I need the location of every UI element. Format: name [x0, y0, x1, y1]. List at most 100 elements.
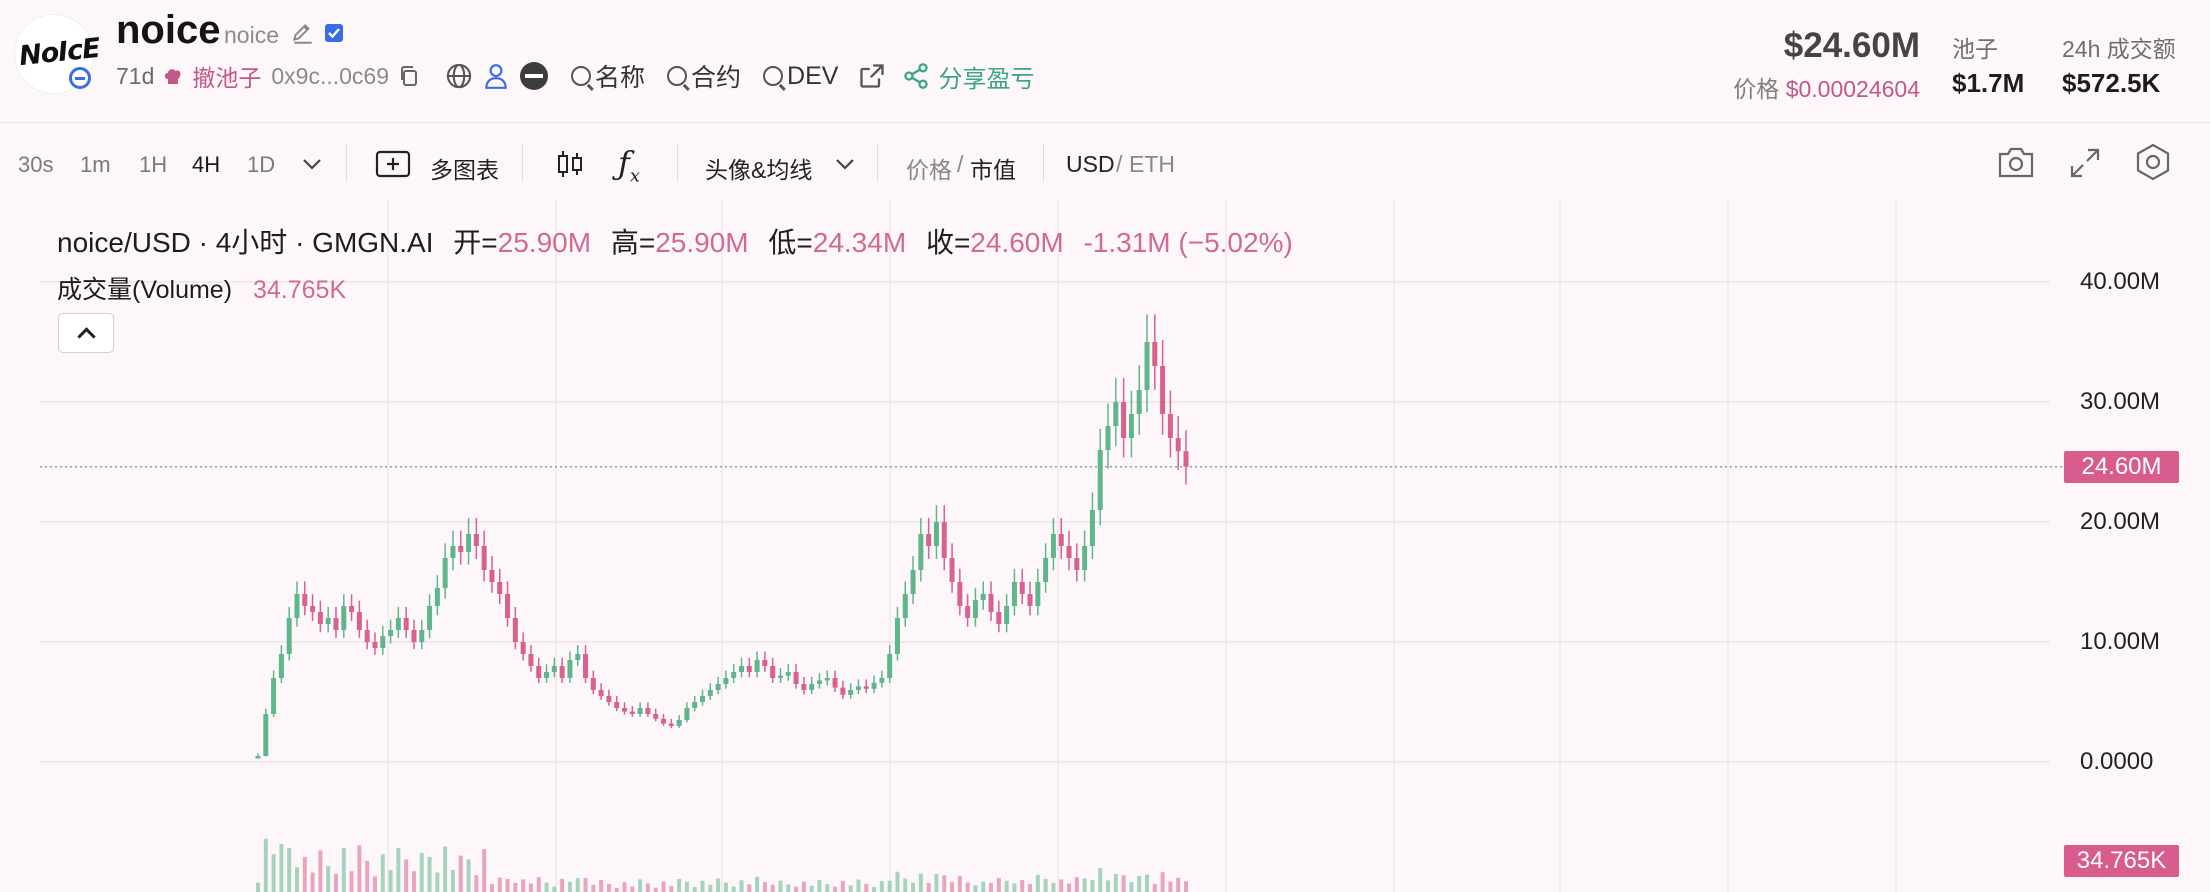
timeframe-1h[interactable]: 1H — [139, 152, 167, 178]
volume-bar — [926, 883, 931, 892]
volume-bar — [528, 883, 533, 892]
candle-body — [949, 558, 955, 582]
timeframe-1m[interactable]: 1m — [80, 152, 111, 178]
user-icon[interactable] — [483, 62, 509, 90]
candle-body — [278, 654, 284, 678]
volume-bar — [1043, 878, 1048, 892]
volume-bar — [1121, 875, 1126, 892]
copy-icon[interactable] — [397, 64, 421, 88]
chart-toolbar: 30s 1m 1H 4H 1D 多图表 ƒx 头像&均线 价格 / 市值 USD… — [0, 130, 2210, 198]
edit-icon[interactable] — [290, 20, 316, 46]
timeframe-4h[interactable]: 4H — [192, 152, 220, 178]
volume-bar — [294, 867, 299, 892]
candle-body — [941, 522, 947, 558]
candle-type-icon[interactable] — [554, 148, 586, 180]
volume-bar — [443, 846, 448, 892]
candle-body — [1050, 534, 1056, 558]
candle-body — [411, 630, 417, 642]
volume-bar — [427, 856, 432, 892]
volume-bar — [755, 876, 760, 892]
current-price-tag: 24.60M — [2064, 451, 2179, 483]
volume-bar — [1074, 877, 1079, 892]
search-dev-toggle[interactable]: DEV — [763, 62, 838, 91]
volume-bar — [1160, 872, 1165, 892]
volume-bar — [1012, 883, 1017, 892]
candle-body — [1019, 582, 1025, 594]
volume-bar — [606, 883, 611, 892]
fullscreen-icon[interactable] — [2068, 146, 2102, 180]
candle-body — [1160, 366, 1166, 414]
eth-toggle[interactable]: ETH — [1129, 151, 1175, 178]
candle-body — [1121, 402, 1127, 438]
candle-body — [481, 546, 487, 570]
chevron-down-icon[interactable] — [300, 154, 324, 174]
candle-body — [1074, 558, 1080, 570]
minus-circle-icon[interactable] — [519, 61, 549, 91]
volume-bar — [848, 885, 853, 892]
market-cap-toggle[interactable]: 市值 — [970, 151, 1016, 185]
usd-toggle[interactable]: USD — [1066, 151, 1115, 178]
candle-body — [1167, 414, 1173, 438]
share-icon[interactable] — [902, 62, 930, 90]
collapse-legend-button[interactable] — [58, 313, 114, 353]
share-pnl-button[interactable]: 分享盈亏 — [938, 59, 1034, 94]
candle-body — [544, 672, 550, 678]
volume-bar — [996, 878, 1001, 892]
timeframe-30s[interactable]: 30s — [18, 152, 53, 178]
toolbar-divider — [677, 144, 678, 182]
avatar-ma-button[interactable]: 头像&均线 — [705, 151, 812, 185]
volume-bar — [599, 879, 604, 892]
candle-body — [980, 594, 986, 600]
chevron-down-icon[interactable] — [833, 154, 857, 174]
candle-body — [848, 690, 854, 695]
volume-bar — [513, 883, 518, 892]
volume-bar — [326, 866, 331, 892]
candle-body — [684, 708, 690, 720]
candle-body — [1035, 582, 1041, 606]
candle-body — [715, 684, 721, 690]
toolbar-divider — [346, 144, 347, 182]
high-value: 25.90M — [655, 227, 749, 258]
search-name-toggle[interactable]: 名称 — [571, 58, 645, 94]
volume-bar — [903, 878, 908, 892]
volume-bar — [614, 887, 619, 892]
volume-bar — [770, 884, 775, 892]
indicators-icon[interactable]: ƒx — [618, 144, 640, 186]
candle-body — [746, 666, 752, 672]
y-tick-label: 0.0000 — [2080, 748, 2154, 775]
token-logo: NoIcE — [14, 14, 101, 94]
candle-body — [286, 618, 292, 654]
volume-bar — [567, 881, 572, 892]
candle-body — [933, 522, 939, 546]
volume-bar — [396, 847, 401, 892]
volume-legend: 成交量(Volume) 34.765K — [57, 270, 346, 306]
volume-bar — [981, 881, 986, 892]
close-value: 24.60M — [970, 227, 1064, 258]
timeframe-1d[interactable]: 1D — [247, 152, 275, 178]
price-toggle[interactable]: 价格 — [906, 151, 952, 185]
candle-body — [863, 686, 869, 689]
volume-bar — [1137, 875, 1142, 892]
toolbar-divider — [522, 144, 523, 182]
candle-body — [629, 711, 635, 714]
add-chart-icon[interactable] — [375, 150, 411, 178]
volume-bar — [833, 886, 838, 892]
candle-body — [645, 708, 651, 714]
globe-icon[interactable] — [445, 62, 473, 90]
multi-chart-button[interactable]: 多图表 — [430, 151, 499, 185]
candle-body — [1058, 534, 1064, 546]
volume-bar — [801, 881, 806, 892]
candle-body — [1152, 342, 1158, 366]
search-contract-toggle[interactable]: 合约 — [667, 58, 741, 94]
camera-icon[interactable] — [1996, 144, 2036, 180]
external-link-icon[interactable] — [858, 62, 886, 90]
candle-body — [614, 702, 620, 708]
candle-body — [1136, 390, 1142, 414]
volume-bar — [1090, 879, 1095, 892]
candle-body — [902, 594, 908, 618]
settings-icon[interactable] — [2134, 142, 2172, 182]
candle-body — [723, 678, 729, 684]
volume-legend-value: 34.765K — [253, 276, 347, 304]
contract-address: 0x9c...0c69 — [271, 62, 390, 89]
volume-bar — [1176, 877, 1181, 892]
